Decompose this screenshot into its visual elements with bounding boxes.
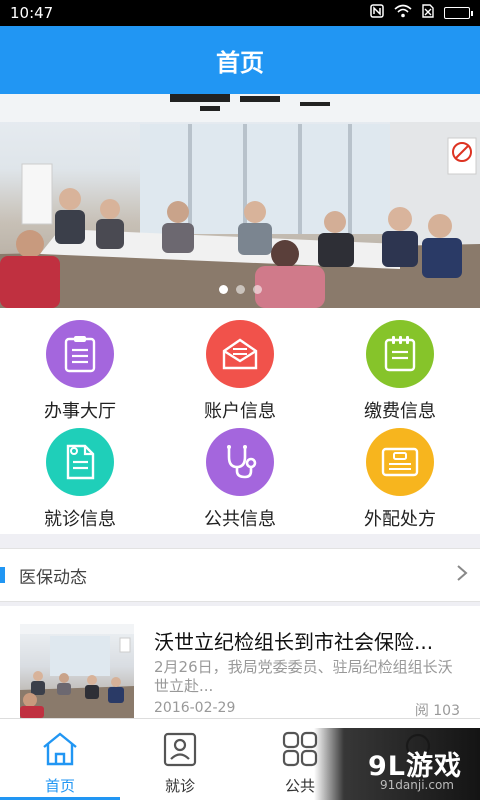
status-time: 10:47 [10, 4, 54, 22]
page-title-bar: 首页 [0, 26, 480, 94]
service-item-visit-info[interactable]: 就诊信息 [0, 424, 160, 532]
news-section-title: 医保动态 [19, 567, 87, 588]
envelope-icon [206, 320, 274, 388]
chevron-right-icon[interactable] [456, 564, 468, 586]
clipboard-icon [46, 320, 114, 388]
status-bar: 10:47 [0, 0, 480, 26]
news-section-header[interactable]: 医保动态 [0, 548, 480, 602]
carousel-dot[interactable] [252, 285, 262, 294]
service-label: 公共信息 [204, 509, 276, 530]
service-label: 缴费信息 [364, 401, 436, 422]
page-title: 首页 [216, 48, 264, 77]
carousel-dot[interactable] [235, 285, 245, 294]
service-label: 外配处方 [364, 509, 436, 530]
service-item-public-info[interactable]: 公共信息 [160, 424, 320, 532]
service-item-office-hall[interactable]: 办事大厅 [0, 316, 160, 424]
watermark-url: 91danji.com [380, 778, 454, 792]
news-thumbnail [20, 624, 134, 718]
carousel-dots [0, 285, 480, 294]
tab-home[interactable]: 首页 [0, 719, 120, 800]
card-icon [366, 428, 434, 496]
profile-card-icon [160, 731, 200, 771]
service-item-external-prescription[interactable]: 外配处方 [320, 424, 480, 532]
banner-carousel[interactable] [0, 94, 480, 308]
section-accent-bar [0, 567, 5, 583]
tab-label: 公共 [284, 777, 315, 795]
watermark-overlay: 9L游戏 91danji.com [314, 728, 480, 800]
notepad-icon [366, 320, 434, 388]
news-summary: 2月26日，我局党委委员、驻局纪检组组长沃世立赴... [154, 658, 453, 695]
tab-label: 就诊 [164, 777, 195, 795]
news-list-item[interactable]: 沃世立纪检组长到市社会保险... 2月26日，我局党委委员、驻局纪检组组长沃世立… [0, 606, 480, 719]
news-read-count: 阅 103 [414, 703, 460, 719]
service-label: 账户信息 [204, 401, 276, 422]
carousel-dot[interactable] [218, 285, 228, 294]
service-item-payment-info[interactable]: 缴费信息 [320, 316, 480, 424]
service-label: 就诊信息 [44, 509, 116, 530]
news-title[interactable]: 沃世立纪检组长到市社会保险... [154, 626, 464, 655]
home-icon [40, 731, 80, 771]
status-icons [370, 4, 473, 22]
service-label: 办事大厅 [44, 401, 116, 422]
no-sim-icon [422, 4, 434, 22]
stethoscope-icon [206, 428, 274, 496]
tab-label: 首页 [44, 777, 75, 795]
banner-image [0, 94, 480, 308]
nfc-icon [370, 4, 384, 22]
service-grid: 办事大厅 账户信息 缴费信息 就诊信息 公共信息 外配处方 [0, 308, 480, 534]
news-date: 2016-02-29 [154, 700, 236, 716]
wifi-icon [394, 4, 412, 22]
document-icon [46, 428, 114, 496]
battery-icon [444, 7, 473, 19]
service-item-account-info[interactable]: 账户信息 [160, 316, 320, 424]
tab-visit[interactable]: 就诊 [120, 719, 240, 800]
